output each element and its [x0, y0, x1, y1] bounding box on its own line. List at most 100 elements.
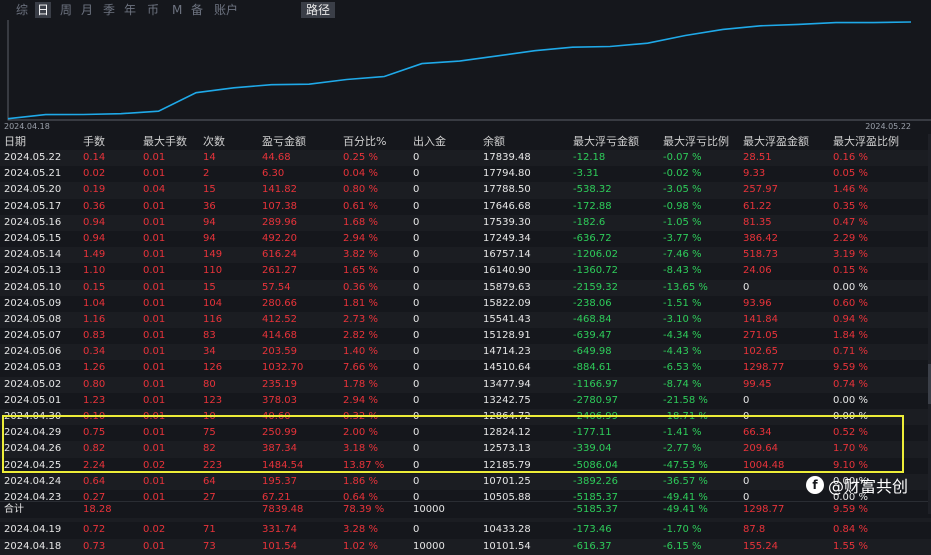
column-header[interactable]: 最大浮盈比例 — [833, 134, 899, 150]
column-header[interactable]: 百分比% — [343, 134, 386, 150]
tab-1[interactable]: 日 — [35, 2, 52, 18]
column-header[interactable]: 最大浮亏比例 — [663, 134, 729, 150]
table-cell: 0.52 % — [833, 427, 868, 439]
table-row[interactable]: 2024.05.14 1.49 0.01 149 616.24 3.82 % 0 16757.… — [0, 247, 931, 264]
table-cell: 123 — [203, 394, 223, 406]
tab-4[interactable]: 季 — [101, 2, 117, 18]
table-cell: 3.82 % — [343, 249, 378, 261]
table-cell: 2024.05.02 — [4, 378, 62, 390]
table-cell: -0.98 % — [663, 200, 702, 212]
column-header[interactable]: 手数 — [83, 134, 105, 150]
table-row[interactable]: 2024.05.22 0.14 0.01 14 44.68 0.25 % 0 17839.48… — [0, 150, 931, 167]
table-cell: 0.94 — [83, 232, 106, 244]
table-cell: 7.66 % — [343, 362, 378, 374]
table-row[interactable]: 2024.05.09 1.04 0.01 104 280.66 1.81 % 0 15822.… — [0, 296, 931, 312]
table-cell: 64 — [203, 475, 216, 487]
column-header[interactable]: 最大浮亏金额 — [573, 134, 639, 150]
total-cell: 78.39 % — [343, 504, 385, 515]
table-cell: -884.61 — [573, 362, 612, 374]
table-cell: 3.18 % — [343, 443, 378, 455]
table-cell: 17788.50 — [483, 184, 531, 196]
table-row[interactable]: 2024.05.06 0.34 0.01 34 203.59 1.40 % 0 14714.2… — [0, 344, 931, 361]
table-cell: 0.01 — [143, 152, 166, 163]
tab-9[interactable]: 账户 — [212, 2, 240, 18]
table-row[interactable]: 2024.05.02 0.80 0.01 80 235.19 1.78 % 0 13477.9… — [0, 376, 931, 393]
table-cell: -12.18 — [573, 152, 606, 163]
column-header[interactable]: 余额 — [483, 134, 505, 150]
table-cell: 0.01 — [143, 249, 166, 261]
tab-0[interactable]: 综 — [14, 2, 30, 18]
tab-2[interactable]: 周 — [58, 2, 74, 18]
table-cell: 2024.05.07 — [4, 330, 62, 342]
table-row[interactable]: 2024.04.30 0.10 0.01 10 40.60 0.32 % 0 12864.72… — [0, 409, 931, 426]
table-cell: 116 — [203, 313, 223, 325]
table-row[interactable]: 2024.05.21 0.02 0.01 2 6.30 0.04 % 0 17794.80 -3… — [0, 166, 931, 182]
column-header[interactable]: 次数 — [203, 134, 225, 150]
table-cell: 0.01 — [143, 378, 166, 390]
table-cell: 0.60 % — [833, 297, 868, 309]
table-cell: 3.28 % — [343, 524, 378, 536]
table-cell: 0.94 % — [833, 313, 868, 325]
table-row[interactable]: 2024.05.13 1.10 0.01 110 261.27 1.65 % 0 16140.… — [0, 263, 931, 279]
table-cell: 0 — [413, 346, 420, 358]
table-cell: 6.30 — [262, 168, 285, 180]
tab-7[interactable]: M — [170, 2, 184, 18]
table-row[interactable]: 2024.05.07 0.83 0.01 83 414.68 2.82 % 0 15128.9… — [0, 328, 931, 344]
table-row[interactable]: 2024.05.03 1.26 0.01 126 1032.70 7.66 % 0 14510… — [0, 360, 931, 376]
table-cell: 0.94 — [83, 216, 106, 228]
tab-10[interactable]: 路径 — [301, 2, 336, 18]
table-cell: -18.71 % — [663, 411, 708, 422]
table-cell: -3.10 % — [663, 313, 702, 325]
column-header[interactable]: 日期 — [4, 134, 26, 150]
table-cell: 0 — [413, 378, 420, 390]
column-header[interactable]: 最大手数 — [143, 134, 187, 150]
tab-3[interactable]: 月 — [79, 2, 95, 18]
table-cell: 0.04 — [143, 184, 166, 196]
table-row[interactable]: 2024.04.29 0.75 0.01 75 250.99 2.00 % 0 12824.1… — [0, 425, 931, 441]
table-cell: -1.70 % — [663, 524, 702, 536]
table-cell: 331.74 — [262, 524, 297, 536]
table-row[interactable]: 2024.05.08 1.16 0.01 116 412.52 2.73 % 0 15541.… — [0, 311, 931, 329]
table-cell: 2024.05.20 — [4, 184, 62, 196]
table-cell: -6.53 % — [663, 362, 702, 374]
table-cell: 12185.79 — [483, 459, 531, 471]
table-row[interactable]: 2024.05.17 0.36 0.01 36 107.38 0.61 % 0 17646.6… — [0, 199, 931, 215]
column-header[interactable]: 出入金 — [413, 134, 446, 150]
table-row[interactable]: 2024.05.20 0.19 0.04 15 141.82 0.80 % 0 17788.5… — [0, 182, 931, 199]
table-cell: 0 — [413, 330, 420, 342]
tab-5[interactable]: 年 — [122, 2, 138, 18]
column-header[interactable]: 盈亏金额 — [262, 134, 306, 150]
table-row[interactable]: 2024.05.16 0.94 0.01 94 289.96 1.68 % 0 17539.3… — [0, 214, 931, 231]
table-cell: 0.14 — [83, 152, 106, 163]
table-row[interactable]: 2024.04.18 0.73 0.01 73 101.54 1.02 % 10000 101… — [0, 538, 931, 555]
column-header[interactable]: 最大浮盈金额 — [743, 134, 809, 150]
table-cell: 14 — [203, 152, 216, 163]
table-cell: -1206.02 — [573, 249, 618, 261]
table-cell: 0 — [413, 443, 420, 455]
table-cell: 0 — [413, 232, 420, 244]
table-row[interactable]: 2024.04.26 0.82 0.01 82 387.34 3.18 % 0 12573.1… — [0, 441, 931, 458]
table-row[interactable]: 2024.05.01 1.23 0.01 123 378.03 2.94 % 0 13242.… — [0, 393, 931, 409]
chart-start-date: 2024.04.18 — [4, 122, 50, 131]
table-cell: -8.43 % — [663, 265, 702, 277]
table-cell: -0.07 % — [663, 152, 702, 163]
table-cell: 0 — [413, 184, 420, 196]
table-cell: 141.82 — [262, 184, 297, 196]
table-row[interactable]: 2024.04.24 0.64 0.01 64 195.37 1.86 % 0 10701.2… — [0, 473, 931, 490]
table-cell: 1.49 — [83, 249, 106, 261]
table-row[interactable]: 2024.05.10 0.15 0.01 15 57.54 0.36 % 0 15879.63… — [0, 279, 931, 296]
table-cell: 2024.05.09 — [4, 297, 62, 309]
table-cell: 271.05 — [743, 330, 778, 342]
table-cell: 17249.34 — [483, 232, 531, 244]
tab-8[interactable]: 备 — [189, 2, 205, 18]
tab-6[interactable]: 币 — [145, 2, 161, 18]
table-row[interactable]: 2024.04.19 0.72 0.02 71 331.74 3.28 % 0 10433.2… — [0, 522, 931, 538]
table-cell: 13.87 % — [343, 459, 385, 471]
table-row[interactable]: 2024.04.25 2.24 0.02 223 1484.54 13.87 % 0 1218… — [0, 458, 931, 474]
table-cell: 0 — [413, 394, 420, 406]
table-row[interactable]: 2024.05.15 0.94 0.01 94 492.20 2.94 % 0 17249.3… — [0, 231, 931, 247]
table-cell: 0.61 % — [343, 200, 378, 212]
table-cell: 1.10 — [83, 265, 106, 277]
table-cell: -3.05 % — [663, 184, 702, 196]
table-cell: 2.94 % — [343, 394, 378, 406]
